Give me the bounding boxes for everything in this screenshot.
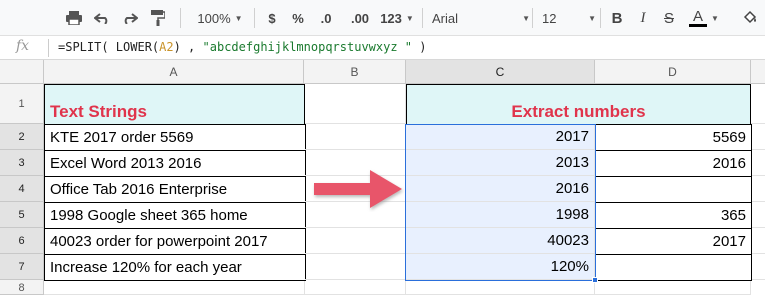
font-size-select[interactable]: 12 ▼ (538, 0, 596, 36)
cell-c7[interactable]: 120% (406, 254, 595, 280)
fx-label: fx (16, 38, 30, 54)
column-header-c[interactable]: C (406, 60, 595, 84)
cell-a5[interactable]: 1998 Google sheet 365 home (44, 202, 306, 229)
chevron-down-icon: ▼ (405, 13, 414, 23)
row-header-4[interactable]: 4 (0, 176, 44, 202)
cell-overflow-3 (752, 150, 765, 176)
cell-overflow-2 (752, 124, 765, 150)
cell-d5[interactable]: 365 (595, 202, 752, 229)
redo-icon[interactable] (118, 0, 142, 36)
font-size-value: 12 (542, 10, 557, 26)
text-color-button[interactable]: A ▼ (686, 0, 722, 36)
cell-c3[interactable]: 2013 (406, 150, 595, 176)
formula-input[interactable]: =SPLIT( LOWER(A2) , "abcdefghijklmnopqrs… (58, 40, 426, 54)
cell-overflow-4 (752, 176, 765, 202)
bold-button[interactable]: B (606, 0, 628, 36)
decrease-decimals-button[interactable]: .0 (314, 0, 338, 36)
cell-c8[interactable] (406, 281, 595, 295)
formula-cell-ref: A2 (159, 40, 174, 54)
chevron-down-icon: ▼ (522, 13, 530, 23)
strikethrough-button[interactable]: S (658, 0, 680, 36)
cell-d4[interactable] (595, 176, 752, 203)
text-color-swatch (689, 24, 708, 27)
italic-button[interactable]: I (632, 0, 654, 36)
fill-handle[interactable] (592, 277, 598, 283)
chevron-down-icon: ▼ (711, 13, 719, 23)
cell-b8[interactable] (305, 281, 406, 295)
pointing-arrow-icon (314, 170, 402, 208)
cell-c1-d1[interactable]: Extract numbers (406, 84, 751, 125)
toolbar: 100% ▼ $ % .0 .00 123 ▼ Arial ▼ 12 ▼ B I S A… (0, 0, 765, 36)
row-header-2[interactable]: 2 (0, 124, 44, 150)
cell-overflow-7 (752, 254, 765, 280)
select-all-corner[interactable] (0, 60, 44, 84)
formula-string: "abcdefghijklmnopqrstuvwxyz " (202, 40, 413, 54)
cell-d7[interactable] (595, 254, 752, 281)
row-header-5[interactable]: 5 (0, 202, 44, 228)
row-header-1[interactable]: 1 (0, 84, 44, 124)
chevron-down-icon: ▼ (234, 13, 243, 23)
cell-c5[interactable]: 1998 (406, 202, 595, 228)
column-header-d[interactable]: D (595, 60, 751, 84)
cell-overflow-6 (752, 228, 765, 254)
more-formats-button[interactable]: 123 ▼ (380, 0, 414, 36)
text-strings-header: Text Strings (50, 101, 147, 121)
increase-decimals-button[interactable]: .00 (346, 0, 374, 36)
cell-overflow-5 (752, 202, 765, 228)
formula-suffix: ) (412, 40, 427, 54)
zoom-select[interactable]: 100% ▼ (192, 0, 248, 36)
currency-button[interactable]: $ (262, 0, 282, 36)
fill-color-icon[interactable] (738, 0, 762, 36)
column-header-a[interactable]: A (44, 60, 304, 84)
cell-a4[interactable]: Office Tab 2016 Enterprise (44, 176, 306, 203)
print-icon[interactable] (62, 0, 86, 36)
font-value: Arial (432, 10, 459, 26)
row-header-7[interactable]: 7 (0, 254, 44, 280)
cell-b2[interactable] (305, 124, 406, 150)
percent-button[interactable]: % (288, 0, 308, 36)
cell-c6[interactable]: 40023 (406, 228, 595, 254)
cell-a7[interactable]: Increase 120% for each year (44, 254, 306, 281)
row-header-3[interactable]: 3 (0, 150, 44, 176)
cell-c2[interactable]: 2017 (406, 124, 595, 150)
column-header-b[interactable]: B (304, 60, 406, 84)
cell-d2[interactable]: 5569 (595, 124, 752, 151)
more-formats-label: 123 (380, 10, 402, 26)
cell-d8[interactable] (595, 281, 751, 295)
cell-d6[interactable]: 2017 (595, 228, 752, 255)
undo-icon[interactable] (90, 0, 114, 36)
column-header-overflow (751, 60, 765, 84)
cell-a8[interactable] (44, 281, 305, 295)
font-select[interactable]: Arial ▼ (426, 0, 530, 36)
zoom-value: 100% (197, 10, 231, 26)
cell-b1[interactable] (305, 84, 406, 124)
formula-prefix: =SPLIT( LOWER( (58, 40, 160, 54)
cell-a1[interactable]: Text Strings (44, 84, 305, 125)
cell-b7[interactable] (305, 254, 406, 280)
cell-b6[interactable] (305, 228, 406, 254)
cell-a2[interactable]: KTE 2017 order 5569 (44, 124, 306, 151)
row-header-8[interactable]: 8 (0, 280, 44, 295)
extract-numbers-header: Extract numbers (511, 101, 646, 121)
formula-bar: fx =SPLIT( LOWER(A2) , "abcdefghijklmnop… (0, 36, 765, 60)
text-color-label: A (693, 8, 704, 25)
cell-overflow-1 (751, 84, 765, 124)
cell-d3[interactable]: 2016 (595, 150, 752, 177)
chevron-down-icon: ▼ (588, 13, 596, 23)
cell-a6[interactable]: 40023 order for powerpoint 2017 (44, 228, 306, 255)
paint-format-icon[interactable] (146, 0, 170, 36)
row-header-6[interactable]: 6 (0, 228, 44, 254)
formula-mid: ) , (173, 40, 203, 54)
cell-c4[interactable]: 2016 (406, 176, 595, 202)
cell-a3[interactable]: Excel Word 2013 2016 (44, 150, 306, 177)
